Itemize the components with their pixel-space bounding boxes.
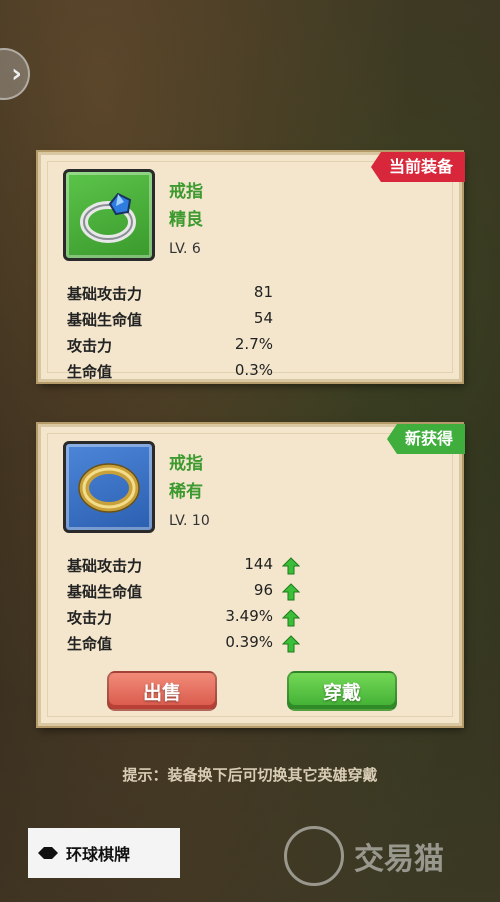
watermark-left: 环球棋牌 <box>28 828 180 878</box>
stat-value: 0.3% <box>234 361 273 379</box>
new-item-level: LV. 10 <box>169 513 210 529</box>
stat-value: 81 <box>253 283 273 301</box>
new-item-card: 新获得 戒指 稀有 LV. 10 基础攻击力 144 基础生命值 96 攻击力 … <box>38 424 465 726</box>
stat-label: 攻击力 <box>67 609 113 627</box>
watermark-left-text: 环球棋牌 <box>66 845 131 864</box>
new-item-icon-frame <box>63 441 155 533</box>
green-up-arrow-icon <box>282 609 300 627</box>
stat-value: 3.49% <box>225 607 273 625</box>
stat-row-base-attack: 基础攻击力 81 <box>67 283 317 307</box>
stat-row-attack: 攻击力 3.49% <box>67 607 317 631</box>
silver-ring-blue-gem-icon <box>80 192 136 243</box>
stat-row-attack: 攻击力 2.7% <box>67 335 317 359</box>
green-up-arrow-icon <box>282 583 300 601</box>
stat-row-base-hp: 基础生命值 96 <box>67 581 317 605</box>
stat-value: 54 <box>253 309 273 327</box>
stat-label: 攻击力 <box>67 337 113 355</box>
watermark-right: 交易猫 <box>284 826 444 886</box>
stat-label: 基础攻击力 <box>67 557 143 575</box>
chess-logo-icon <box>38 847 58 859</box>
green-up-arrow-icon <box>282 635 300 653</box>
stat-label: 生命值 <box>67 363 113 381</box>
hint-text: 提示：装备换下后可切换其它英雄穿戴 <box>122 766 378 784</box>
stat-value: 2.7% <box>234 335 273 353</box>
sell-button[interactable]: 出售 <box>107 671 217 711</box>
current-equipment-card: 当前装备 戒指 精良 LV. 6 基础攻击力 81 基础生命值 54 攻击力 2… <box>38 152 465 385</box>
current-item-name: 戒指 <box>169 182 203 202</box>
stat-label: 基础生命值 <box>67 311 143 329</box>
stat-value: 0.39% <box>225 633 273 651</box>
current-item-level: LV. 6 <box>169 241 201 257</box>
stat-row-hp: 生命值 0.39% <box>67 633 317 657</box>
gold-band-ring-icon <box>78 463 140 513</box>
stat-value: 144 <box>244 555 273 573</box>
equip-button[interactable]: 穿戴 <box>287 671 397 711</box>
stat-value: 96 <box>253 581 273 599</box>
current-equipment-tag: 当前装备 <box>370 152 465 182</box>
new-item-rarity: 稀有 <box>169 482 203 502</box>
stat-row-base-hp: 基础生命值 54 <box>67 309 317 333</box>
green-up-arrow-icon <box>282 557 300 575</box>
new-item-tag: 新获得 <box>386 424 465 454</box>
stat-label: 基础攻击力 <box>67 285 143 303</box>
current-item-icon-frame <box>63 169 155 261</box>
chevron-right-icon: › <box>11 59 22 89</box>
stat-label: 基础生命值 <box>67 583 143 601</box>
stat-label: 生命值 <box>67 635 113 653</box>
stat-row-hp: 生命值 0.3% <box>67 361 317 385</box>
new-item-name: 戒指 <box>169 454 203 474</box>
cat-logo-icon <box>284 826 344 886</box>
watermark-right-text: 交易猫 <box>354 842 444 877</box>
stat-row-base-attack: 基础攻击力 144 <box>67 555 317 579</box>
current-item-rarity: 精良 <box>169 210 203 230</box>
